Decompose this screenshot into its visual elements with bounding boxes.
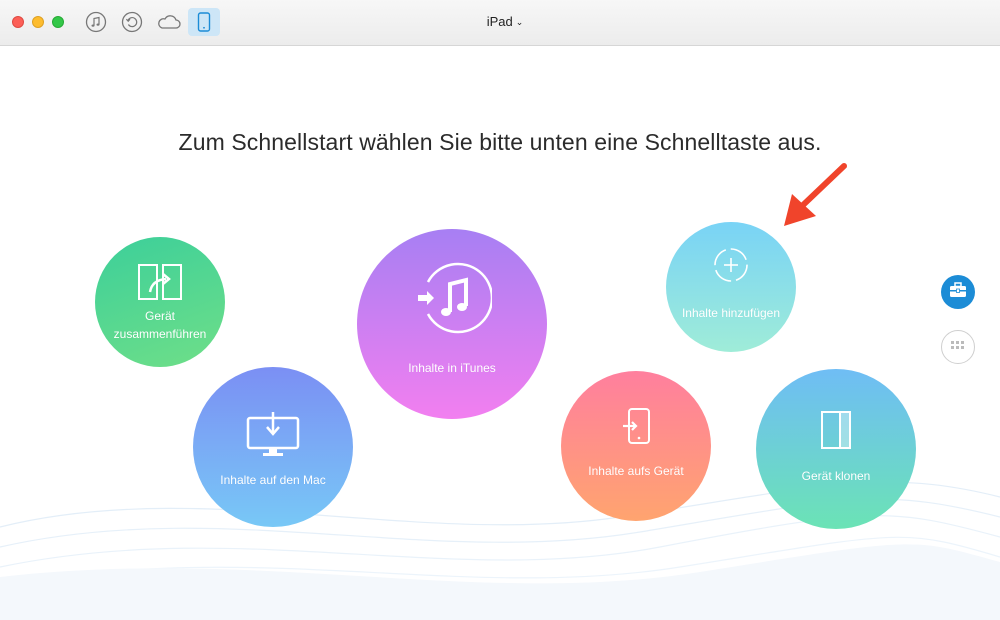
grid-icon	[951, 338, 965, 356]
toolkit-icon	[949, 281, 967, 303]
page-headline: Zum Schnellstart wählen Sie bitte unten …	[178, 129, 822, 155]
more-tools-button[interactable]	[941, 330, 975, 364]
minimize-window-button[interactable]	[32, 16, 44, 28]
merge-devices-icon	[136, 262, 184, 307]
content-to-mac-button[interactable]: Inhalte auf den Mac	[193, 367, 353, 527]
content-to-device-label: Inhalte aufs Gerät	[588, 463, 684, 478]
add-content-label: Inhalte hinzufügen	[681, 305, 781, 320]
toolkit-button[interactable]	[941, 275, 975, 309]
add-content-button[interactable]: Inhalte hinzufügen	[666, 222, 796, 352]
content-to-itunes-label: Inhalte in iTunes	[408, 360, 496, 375]
pointer-arrow-icon	[784, 163, 847, 226]
device-title-label: iPad	[486, 14, 513, 29]
title-bar: iPad ⌄	[0, 0, 1000, 46]
zoom-window-button[interactable]	[52, 16, 64, 28]
close-window-button[interactable]	[12, 16, 24, 28]
cloud-icon[interactable]	[156, 10, 182, 34]
merge-devices-button[interactable]: Gerät zusammenführen	[95, 237, 225, 367]
content-to-device-button[interactable]: Inhalte aufs Gerät	[561, 371, 711, 521]
monitor-download-icon	[245, 411, 301, 463]
content-to-mac-label: Inhalte auf den Mac	[220, 472, 326, 487]
restore-icon[interactable]	[120, 10, 144, 34]
device-import-icon	[619, 407, 653, 452]
merge-devices-label-line1: Gerät	[144, 308, 175, 323]
chevron-down-icon: ⌄	[515, 17, 524, 27]
add-content-icon	[711, 245, 751, 290]
device-selector[interactable]: iPad ⌄	[460, 14, 550, 29]
itunes-transfer-icon	[412, 258, 494, 343]
music-note-icon[interactable]	[84, 10, 108, 34]
device-icon[interactable]	[188, 8, 220, 36]
clone-device-button[interactable]: Gerät klonen	[756, 369, 916, 529]
content-to-itunes-button[interactable]: Inhalte in iTunes	[357, 229, 547, 419]
clone-device-icon	[818, 410, 854, 455]
merge-devices-label-line2: zusammenführen	[113, 326, 207, 341]
main-content: Zum Schnellstart wählen Sie bitte unten …	[0, 47, 1000, 620]
clone-device-label: Gerät klonen	[801, 468, 871, 483]
